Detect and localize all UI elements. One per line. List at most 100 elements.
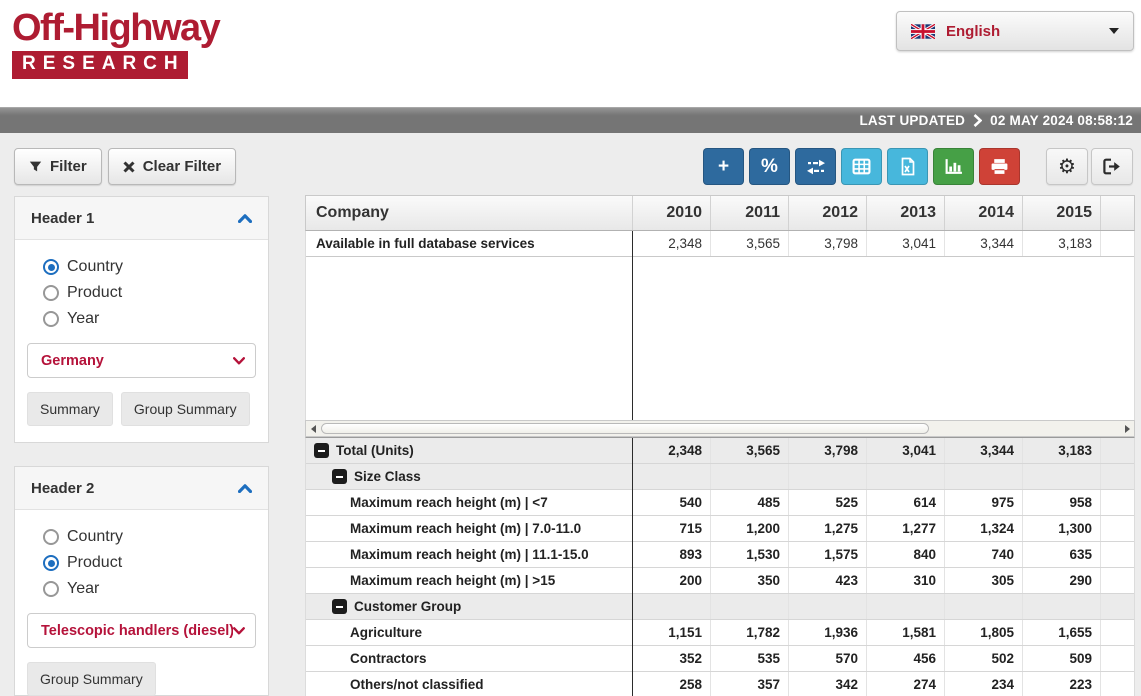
chevron-up-icon[interactable] xyxy=(238,214,252,223)
chart-view-button[interactable] xyxy=(933,148,974,185)
year-column-header[interactable]: 2015 xyxy=(1022,196,1100,230)
filter-button[interactable]: Filter xyxy=(14,148,102,185)
triangle-right-icon xyxy=(1125,425,1130,433)
cell-empty xyxy=(944,594,1022,619)
cell-empty xyxy=(866,464,944,489)
scroll-right-arrow[interactable] xyxy=(1120,421,1134,436)
collapse-icon[interactable] xyxy=(314,443,329,458)
logout-button[interactable] xyxy=(1091,148,1133,185)
year-column-header[interactable]: 2010 xyxy=(632,196,710,230)
frozen-column-divider xyxy=(632,231,633,420)
logo-subtitle: RESEARCH xyxy=(12,51,188,79)
brand-logo[interactable]: Off-Highway RESEARCH xyxy=(12,8,219,79)
radio-label: Country xyxy=(67,528,123,546)
panel-buttons: Summary Group Summary xyxy=(27,392,256,426)
country-dropdown[interactable]: Germany xyxy=(27,343,256,378)
printer-icon xyxy=(990,158,1009,175)
table-row[interactable]: Maximum reach height (m) | >15 200 350 4… xyxy=(306,568,1134,594)
cell-empty xyxy=(710,464,788,489)
table-row[interactable]: Maximum reach height (m) | 11.1-15.0 893… xyxy=(306,542,1134,568)
table-row[interactable]: Available in full database services 2,34… xyxy=(306,231,1134,257)
year-column-header[interactable]: 2014 xyxy=(944,196,1022,230)
table-row-group[interactable]: Customer Group xyxy=(306,594,1134,620)
row-label: Agriculture xyxy=(350,625,422,640)
radio-product[interactable]: Product xyxy=(43,284,256,302)
radio-country[interactable]: Country xyxy=(43,528,256,546)
radio-icon[interactable] xyxy=(43,529,59,545)
cell-value: 3,565 xyxy=(710,231,788,256)
header2-panel-header[interactable]: Header 2 xyxy=(15,467,268,510)
year-column-header[interactable]: 2011 xyxy=(710,196,788,230)
table-row[interactable]: Contractors 352 535 570 456 502 509 xyxy=(306,646,1134,672)
table-row[interactable]: Maximum reach height (m) | <7 540 485 52… xyxy=(306,490,1134,516)
group-summary-button[interactable]: Group Summary xyxy=(27,662,156,696)
row-label: Maximum reach height (m) | 11.1-15.0 xyxy=(350,547,589,562)
year-column-header[interactable]: 2013 xyxy=(866,196,944,230)
group-summary-button[interactable]: Group Summary xyxy=(121,392,250,426)
cell-empty xyxy=(710,594,788,619)
grid-top-body: Available in full database services 2,34… xyxy=(305,231,1135,420)
cell-value: 3,041 xyxy=(866,231,944,256)
radio-icon[interactable] xyxy=(43,311,59,327)
radio-icon[interactable] xyxy=(43,581,59,597)
excel-export-button[interactable] xyxy=(887,148,928,185)
table-row[interactable]: Maximum reach height (m) | 7.0-11.0 715 … xyxy=(306,516,1134,542)
scroll-left-arrow[interactable] xyxy=(306,421,320,436)
table-view-button[interactable] xyxy=(841,148,882,185)
panel-buttons: Group Summary xyxy=(27,662,256,696)
radio-selected-icon[interactable] xyxy=(43,555,59,571)
product-dropdown[interactable]: Telescopic handlers (diesel) xyxy=(27,613,256,648)
radio-selected-icon[interactable] xyxy=(43,259,59,275)
last-updated-label: LAST UPDATED xyxy=(859,113,965,128)
clear-filter-button[interactable]: Clear Filter xyxy=(108,148,236,185)
percent-button[interactable]: % xyxy=(749,148,790,185)
filter-toolbar: Filter Clear Filter xyxy=(14,148,236,185)
company-column-header[interactable]: Company xyxy=(306,196,632,230)
cell-value: 3,344 xyxy=(944,438,1022,463)
print-button[interactable] xyxy=(979,148,1020,185)
panel-body: Country Product Year Germany xyxy=(15,240,268,426)
chevron-up-icon[interactable] xyxy=(238,484,252,493)
radio-year[interactable]: Year xyxy=(43,310,256,328)
radio-year[interactable]: Year xyxy=(43,580,256,598)
year-column-header[interactable]: 2012 xyxy=(788,196,866,230)
header2-panel: Header 2 Country Product xyxy=(14,466,269,696)
collapse-icon[interactable] xyxy=(332,599,347,614)
table-row[interactable]: Others/not classified 258 357 342 274 23… xyxy=(306,672,1134,696)
cell-value: 3,183 xyxy=(1022,438,1100,463)
summary-button[interactable]: Summary xyxy=(27,392,113,426)
app-window: Off-Highway RESEARCH English LAST UPDATE… xyxy=(0,0,1141,696)
cell-value: 1,324 xyxy=(944,516,1022,541)
bar-chart-icon xyxy=(944,158,963,175)
spacer-cell xyxy=(1100,231,1134,256)
collapse-icon[interactable] xyxy=(332,469,347,484)
spacer-cell xyxy=(1100,568,1134,593)
add-button[interactable]: + xyxy=(703,148,744,185)
language-selector[interactable]: English xyxy=(896,11,1134,51)
gear-icon: ⚙ xyxy=(1058,157,1076,177)
radio-product[interactable]: Product xyxy=(43,554,256,572)
table-row-group[interactable]: Size Class xyxy=(306,464,1134,490)
radio-label: Year xyxy=(67,580,99,598)
header1-panel-header[interactable]: Header 1 xyxy=(15,197,268,240)
cell-value: 3,041 xyxy=(866,438,944,463)
scrollbar-thumb[interactable] xyxy=(321,423,929,434)
horizontal-scrollbar[interactable] xyxy=(305,420,1135,437)
table-row-total[interactable]: Total (Units) 2,348 3,565 3,798 3,041 3,… xyxy=(306,438,1134,464)
radio-icon[interactable] xyxy=(43,285,59,301)
top-header: Off-Highway RESEARCH English xyxy=(0,0,1141,107)
cell-value: 3,344 xyxy=(944,231,1022,256)
cell-value: 305 xyxy=(944,568,1022,593)
transpose-button[interactable] xyxy=(795,148,836,185)
excel-file-icon xyxy=(900,157,916,176)
table-row[interactable]: Agriculture 1,151 1,782 1,936 1,581 1,80… xyxy=(306,620,1134,646)
panel-body: Country Product Year Telescopic handlers… xyxy=(15,510,268,696)
cell-value: 635 xyxy=(1022,542,1100,567)
radio-label: Country xyxy=(67,258,123,276)
settings-button[interactable]: ⚙ xyxy=(1046,148,1088,185)
radio-country[interactable]: Country xyxy=(43,258,256,276)
cell-value: 2,348 xyxy=(632,438,710,463)
table-icon xyxy=(852,158,871,175)
cell-value: 1,655 xyxy=(1022,620,1100,645)
spacer-cell xyxy=(1100,646,1134,671)
